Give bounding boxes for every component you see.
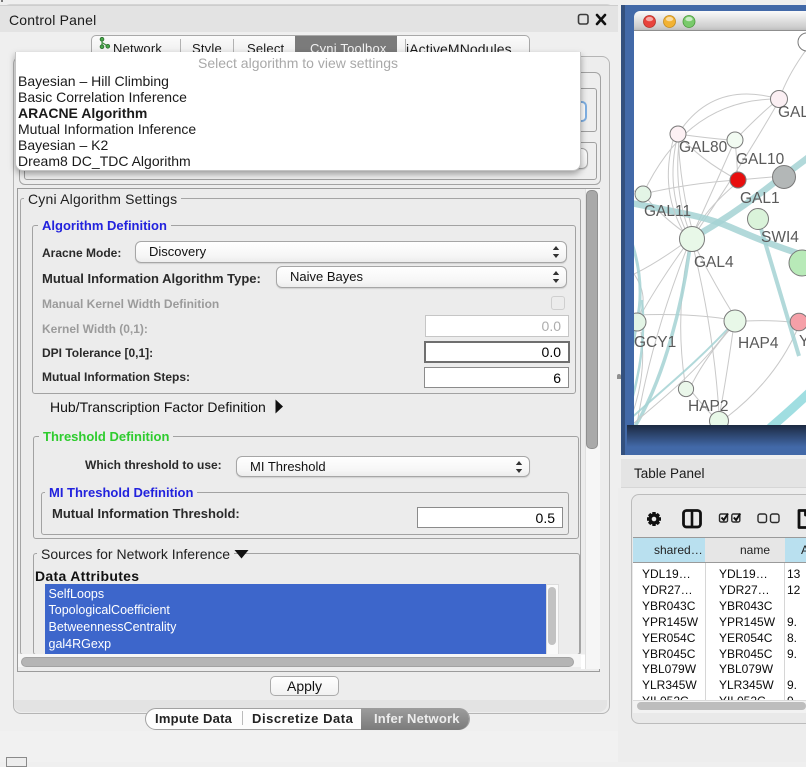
svg-text:Y: Y [799, 333, 806, 350]
svg-text:GAL11: GAL11 [644, 203, 691, 220]
svg-text:GAL80: GAL80 [679, 139, 728, 156]
svg-text:SWI4: SWI4 [761, 229, 799, 246]
svg-text:GCY1: GCY1 [634, 334, 676, 351]
svg-text:GAL: GAL [778, 104, 806, 121]
svg-text:GAL4: GAL4 [694, 254, 734, 271]
svg-text:HAP4: HAP4 [738, 335, 779, 352]
svg-text:HAP2: HAP2 [688, 398, 729, 415]
svg-text:GAL1: GAL1 [740, 190, 780, 207]
svg-text:GAL10: GAL10 [736, 151, 785, 168]
